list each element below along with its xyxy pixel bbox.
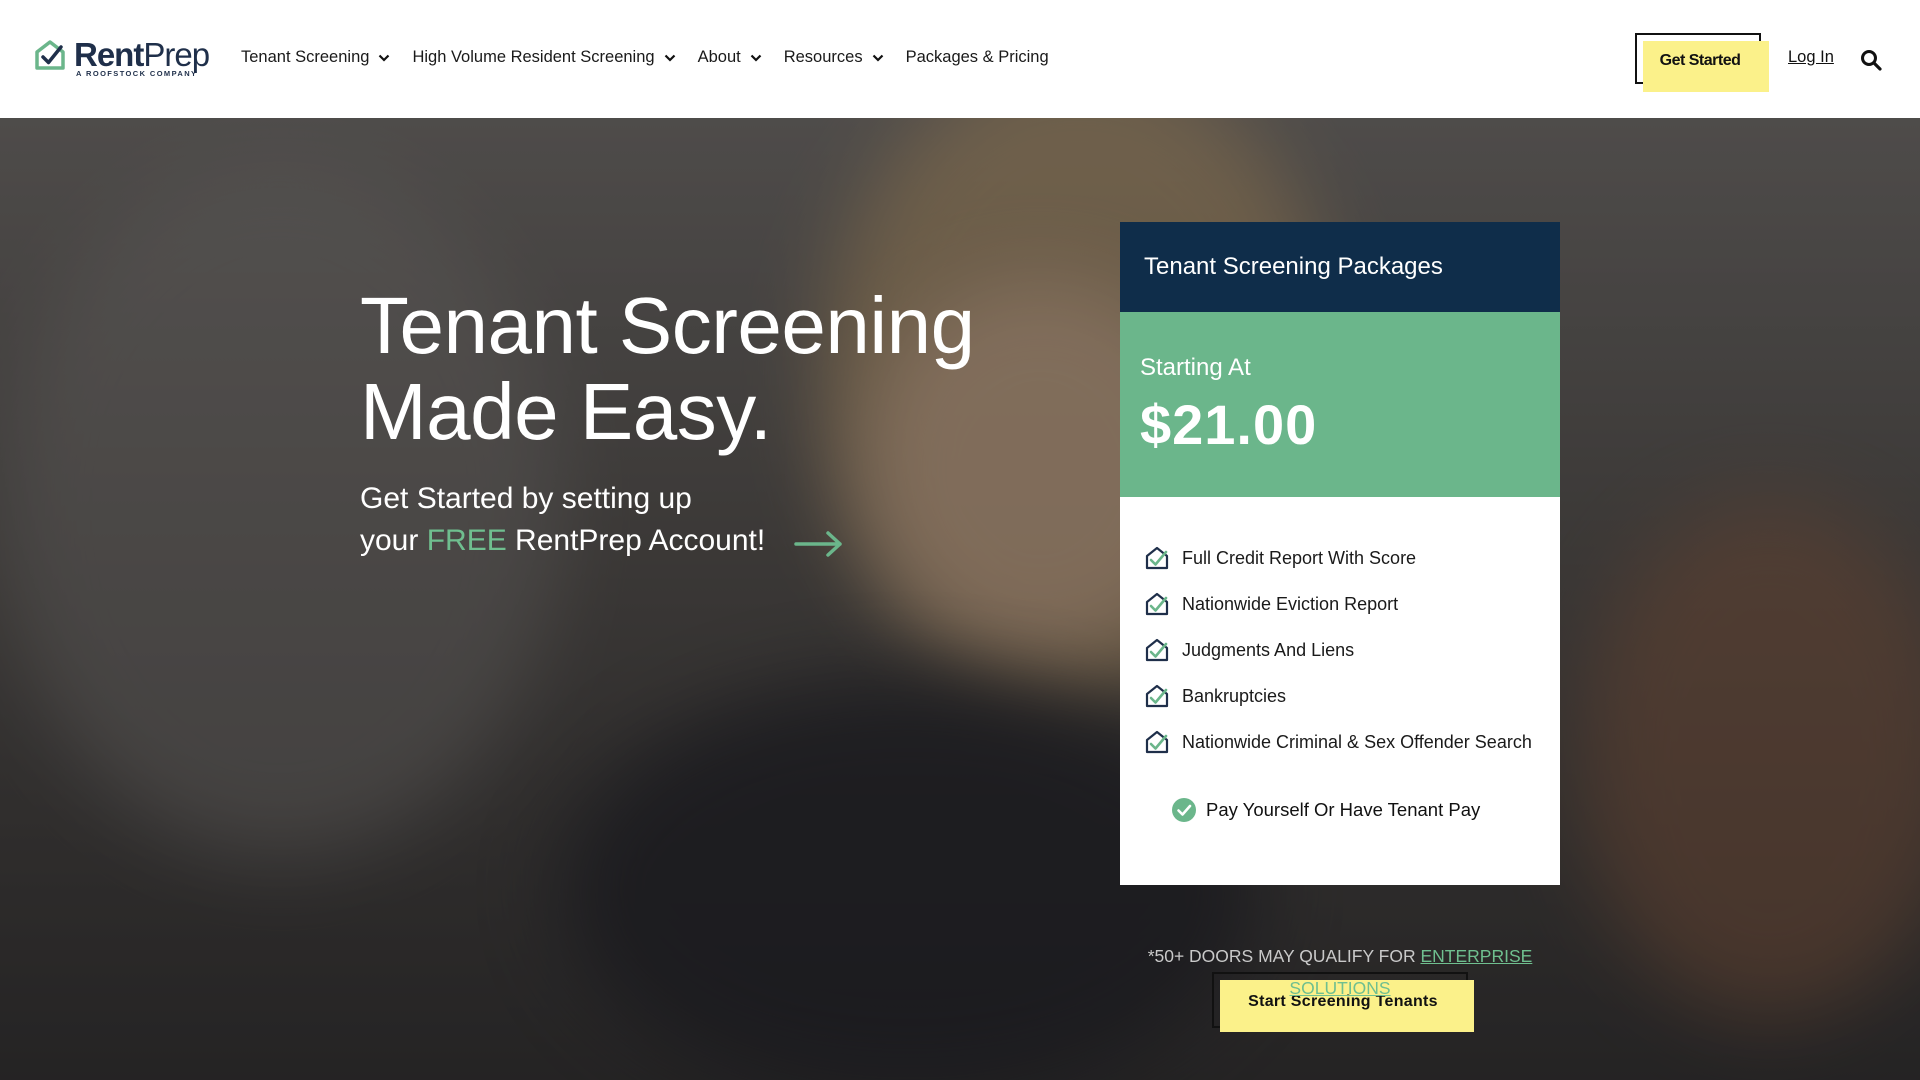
house-check-icon — [1145, 592, 1169, 616]
get-started-label: Get Started — [1659, 51, 1741, 69]
nav-item-label: About — [697, 48, 741, 66]
enterprise-link[interactable]: ENTERPRISE — [1420, 946, 1532, 966]
logo-tagline: A ROOFSTOCK COMPANY — [76, 69, 198, 78]
nav-item-high-volume[interactable]: High Volume Resident Screening — [412, 48, 675, 67]
chevron-down-icon — [750, 54, 761, 62]
feature-item: Full Credit Report With Score — [1144, 545, 1416, 571]
nav-item-resources[interactable]: Resources — [784, 48, 884, 67]
hero-subtitle: Get Started by setting up your FREE Rent… — [360, 478, 765, 562]
check-circle-icon — [1172, 798, 1196, 822]
starting-at-label: Starting At — [1140, 354, 1251, 381]
pay-option-line: Pay Yourself Or Have Tenant Pay — [1171, 797, 1480, 823]
hero-sub-post: RentPrep Account! — [506, 524, 766, 557]
nav-item-label: Resources — [783, 48, 863, 66]
feature-label: Nationwide Eviction Report — [1182, 593, 1399, 614]
feature-item: Judgments And Liens — [1144, 637, 1354, 663]
chevron-down-icon — [872, 54, 883, 62]
hero-overlay — [0, 118, 1920, 1080]
top-navbar: RentPrep A ROOFSTOCK COMPANY Tenant Scre… — [0, 0, 1920, 118]
hero-sub-free: FREE — [426, 524, 507, 557]
price-amount: $21.00 — [1140, 393, 1318, 456]
nav-item-tenant-screening[interactable]: Tenant Screening — [241, 48, 390, 67]
hero-sub-pre: your — [360, 524, 427, 557]
feature-label: Full Credit Report With Score — [1182, 547, 1417, 568]
enterprise-note: *50+ DOORS MAY QUALIFY FOR ENTERPRISE SO… — [1120, 940, 1560, 1004]
hero-section: Tenant Screening Made Easy. Get Started … — [0, 118, 1920, 1080]
nav-item-about[interactable]: About — [698, 48, 762, 67]
main-nav: Tenant Screening High Volume Resident Sc… — [241, 48, 1071, 67]
hero-title-line1: Tenant Screening — [360, 281, 975, 370]
house-check-icon — [1145, 684, 1169, 708]
pay-option-label: Pay Yourself Or Have Tenant Pay — [1206, 799, 1481, 820]
hero-subtitle-line1: Get Started by setting up — [360, 482, 692, 515]
enterprise-note-text: *50+ DOORS MAY QUALIFY FOR — [1147, 946, 1421, 966]
price-panel: Starting At $21.00 — [1120, 312, 1560, 497]
feature-label: Nationwide Criminal & Sex Offender Searc… — [1182, 731, 1532, 752]
search-icon[interactable] — [1860, 49, 1882, 71]
features-list: Full Credit Report With Score Nationwide… — [1120, 497, 1560, 885]
solutions-link[interactable]: SOLUTIONS — [1289, 978, 1390, 998]
arrow-right-icon[interactable] — [794, 529, 844, 559]
get-started-button[interactable]: Get Started — [1635, 33, 1769, 92]
hero-subtitle-line2: your FREE RentPrep Account! — [360, 520, 765, 562]
packages-card: Tenant Screening Packages Starting At $2… — [1120, 222, 1560, 885]
login-link[interactable]: Log In — [1788, 48, 1834, 67]
chevron-down-icon — [379, 54, 390, 62]
house-check-icon — [1145, 638, 1169, 662]
feature-item: Nationwide Criminal & Sex Offender Searc… — [1144, 729, 1532, 755]
feature-label: Judgments And Liens — [1182, 639, 1355, 660]
logo-name-regular: Prep — [143, 36, 210, 73]
logo-name-bold: Rent — [74, 36, 144, 73]
feature-label: Bankruptcies — [1182, 685, 1287, 706]
nav-item-packages-pricing[interactable]: Packages & Pricing — [906, 48, 1049, 67]
nav-item-label: High Volume Resident Screening — [412, 48, 655, 66]
house-check-icon — [1145, 546, 1169, 570]
feature-item: Bankruptcies — [1144, 683, 1286, 709]
nav-item-label: Packages & Pricing — [905, 48, 1049, 66]
house-check-icon — [1145, 730, 1169, 754]
house-check-logo-icon — [35, 40, 65, 70]
hero-title: Tenant Screening Made Easy. — [360, 283, 975, 455]
hero-title-line2: Made Easy. — [360, 367, 772, 456]
chevron-down-icon — [664, 54, 675, 62]
packages-card-title: Tenant Screening Packages — [1120, 222, 1560, 312]
nav-item-label: Tenant Screening — [241, 48, 370, 66]
feature-item: Nationwide Eviction Report — [1144, 591, 1398, 617]
